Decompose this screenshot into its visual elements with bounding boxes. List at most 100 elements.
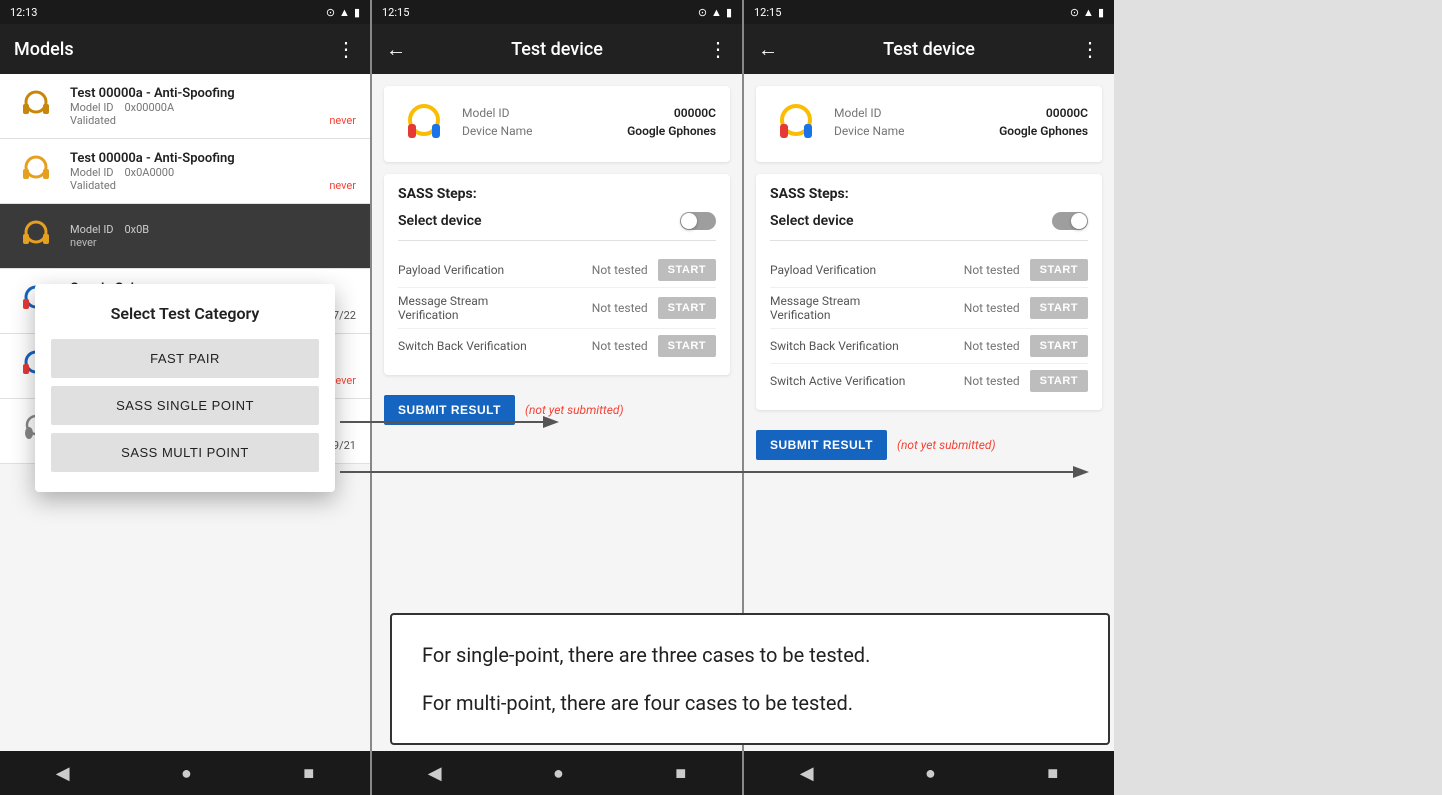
back-arrow-2[interactable]: ← (386, 37, 406, 62)
sass-title-2: SASS Steps: (398, 186, 716, 202)
start-btn-2-1[interactable]: START (658, 297, 716, 319)
test-name-3-2: Switch Back Verification (770, 339, 954, 353)
start-btn-2-2[interactable]: START (658, 335, 716, 357)
test-status-2-0: Not tested (592, 263, 648, 277)
recents-btn-3[interactable]: ■ (1027, 757, 1078, 790)
sass-title-3: SASS Steps: (770, 186, 1088, 202)
test-status-3-3: Not tested (964, 374, 1020, 388)
home-btn-1[interactable]: ● (161, 757, 212, 790)
test-status-2-2: Not tested (592, 339, 648, 353)
test-status-3-0: Not tested (964, 263, 1020, 277)
select-device-row-2: Select device (398, 212, 716, 241)
device-info-card-2: Model ID 00000C Device Name Google Gphon… (384, 86, 730, 162)
test-row-2-2: Switch Back Verification Not tested STAR… (398, 329, 716, 363)
menu-icon-3[interactable]: ⋮ (1080, 37, 1100, 61)
nav-bar-1: ◀ ● ■ (0, 751, 370, 795)
model-id-value-3: 00000C (1046, 106, 1088, 120)
test-name-2-0: Payload Verification (398, 263, 582, 277)
not-submitted-2: (not yet submitted) (525, 403, 624, 417)
model-id-row-2: Model ID 00000C (462, 106, 716, 120)
wifi-icon-3: ▲ (1083, 6, 1094, 19)
status-bar-3: 12:15 ⊙ ▲ ▮ (744, 0, 1114, 24)
start-btn-3-0[interactable]: START (1030, 259, 1088, 281)
status-icons-2: ⊙ ▲ ▮ (698, 6, 732, 19)
device-name-label-2: Device Name (462, 124, 533, 138)
not-submitted-3: (not yet submitted) (897, 438, 996, 452)
submit-row-2: SUBMIT RESULT (not yet submitted) (384, 387, 730, 433)
test-row-3-3: Switch Active Verification Not tested ST… (770, 364, 1088, 398)
battery-icon: ▮ (354, 6, 360, 19)
sim-icon-3: ⊙ (1070, 6, 1079, 19)
app-bar-3: ← Test device ⋮ (744, 24, 1114, 74)
device-fields-2: Model ID 00000C Device Name Google Gphon… (462, 106, 716, 142)
start-btn-2-0[interactable]: START (658, 259, 716, 281)
recents-btn-1[interactable]: ■ (283, 757, 334, 790)
submit-btn-3[interactable]: SUBMIT RESULT (756, 430, 887, 460)
status-time-3: 12:15 (754, 6, 781, 19)
back-btn-3[interactable]: ◀ (780, 757, 834, 790)
status-icons-1: ⊙ ▲ ▮ (326, 6, 360, 19)
back-arrow-3[interactable]: ← (758, 37, 778, 62)
phone1: 12:13 ⊙ ▲ ▮ Models ⋮ Test (0, 0, 370, 795)
wifi-icon: ▲ (339, 6, 350, 19)
status-time-2: 12:15 (382, 6, 409, 19)
device-name-value-2: Google Gphones (627, 124, 716, 138)
start-btn-3-3[interactable]: START (1030, 370, 1088, 392)
device-name-label-3: Device Name (834, 124, 905, 138)
test-status-3-2: Not tested (964, 339, 1020, 353)
app-title-2: Test device (511, 39, 603, 60)
toggle-knob-3 (1071, 213, 1087, 229)
sim-icon: ⊙ (326, 6, 335, 19)
sim-icon-2: ⊙ (698, 6, 707, 19)
device-fields-3: Model ID 00000C Device Name Google Gphon… (834, 106, 1088, 142)
annotation-line2: For multi-point, there are four cases to… (422, 687, 1078, 719)
sass-single-point-btn[interactable]: SASS SINGLE POINT (51, 386, 319, 425)
status-bar-1: 12:13 ⊙ ▲ ▮ (0, 0, 370, 24)
test-row-3-1: Message StreamVerification Not tested ST… (770, 288, 1088, 329)
test-status-3-1: Not tested (964, 301, 1020, 315)
menu-icon-2[interactable]: ⋮ (708, 37, 728, 61)
battery-icon-3: ▮ (1098, 6, 1104, 19)
select-device-label-3: Select device (770, 213, 854, 229)
recents-btn-2[interactable]: ■ (655, 757, 706, 790)
home-btn-3[interactable]: ● (905, 757, 956, 790)
test-row-2-0: Payload Verification Not tested START (398, 253, 716, 288)
back-btn-1[interactable]: ◀ (36, 757, 90, 790)
submit-row-3: SUBMIT RESULT (not yet submitted) (756, 422, 1102, 468)
sass-section-3: SASS Steps: Select device Payload Verifi… (756, 174, 1102, 410)
test-name-3-1: Message StreamVerification (770, 294, 954, 322)
fast-pair-btn[interactable]: FAST PAIR (51, 339, 319, 378)
annotation-line1: For single-point, there are three cases … (422, 639, 1078, 671)
toggle-3[interactable] (1052, 212, 1088, 230)
test-row-3-0: Payload Verification Not tested START (770, 253, 1088, 288)
test-status-2-1: Not tested (592, 301, 648, 315)
model-id-label-3: Model ID (834, 106, 881, 120)
device-name-row-2: Device Name Google Gphones (462, 124, 716, 138)
home-btn-2[interactable]: ● (533, 757, 584, 790)
sass-multi-point-btn[interactable]: SASS MULTI POINT (51, 433, 319, 472)
toggle-2[interactable] (680, 212, 716, 230)
battery-icon-2: ▮ (726, 6, 732, 19)
submit-btn-2[interactable]: SUBMIT RESULT (384, 395, 515, 425)
app-bar-2: ← Test device ⋮ (372, 24, 742, 74)
select-device-label-2: Select device (398, 213, 482, 229)
test-row-2-1: Message StreamVerification Not tested ST… (398, 288, 716, 329)
dialog-title: Select Test Category (51, 304, 319, 323)
status-icons-3: ⊙ ▲ ▮ (1070, 6, 1104, 19)
test-name-3-0: Payload Verification (770, 263, 954, 277)
back-btn-2[interactable]: ◀ (408, 757, 462, 790)
device-name-value-3: Google Gphones (999, 124, 1088, 138)
status-bar-2: 12:15 ⊙ ▲ ▮ (372, 0, 742, 24)
app-title-3: Test device (883, 39, 975, 60)
start-btn-3-2[interactable]: START (1030, 335, 1088, 357)
dialog-overlay: Select Test Category FAST PAIR SASS SING… (0, 24, 370, 751)
test-name-3-3: Switch Active Verification (770, 374, 954, 388)
select-category-dialog: Select Test Category FAST PAIR SASS SING… (35, 284, 335, 492)
status-time-1: 12:13 (10, 6, 37, 19)
toggle-knob-2 (681, 213, 697, 229)
test-name-2-2: Switch Back Verification (398, 339, 582, 353)
start-btn-3-1[interactable]: START (1030, 297, 1088, 319)
model-id-label-2: Model ID (462, 106, 509, 120)
phone1-content: Models ⋮ Test 00000a - Anti-Spoofing Mod… (0, 24, 370, 751)
test-name-2-1: Message StreamVerification (398, 294, 582, 322)
